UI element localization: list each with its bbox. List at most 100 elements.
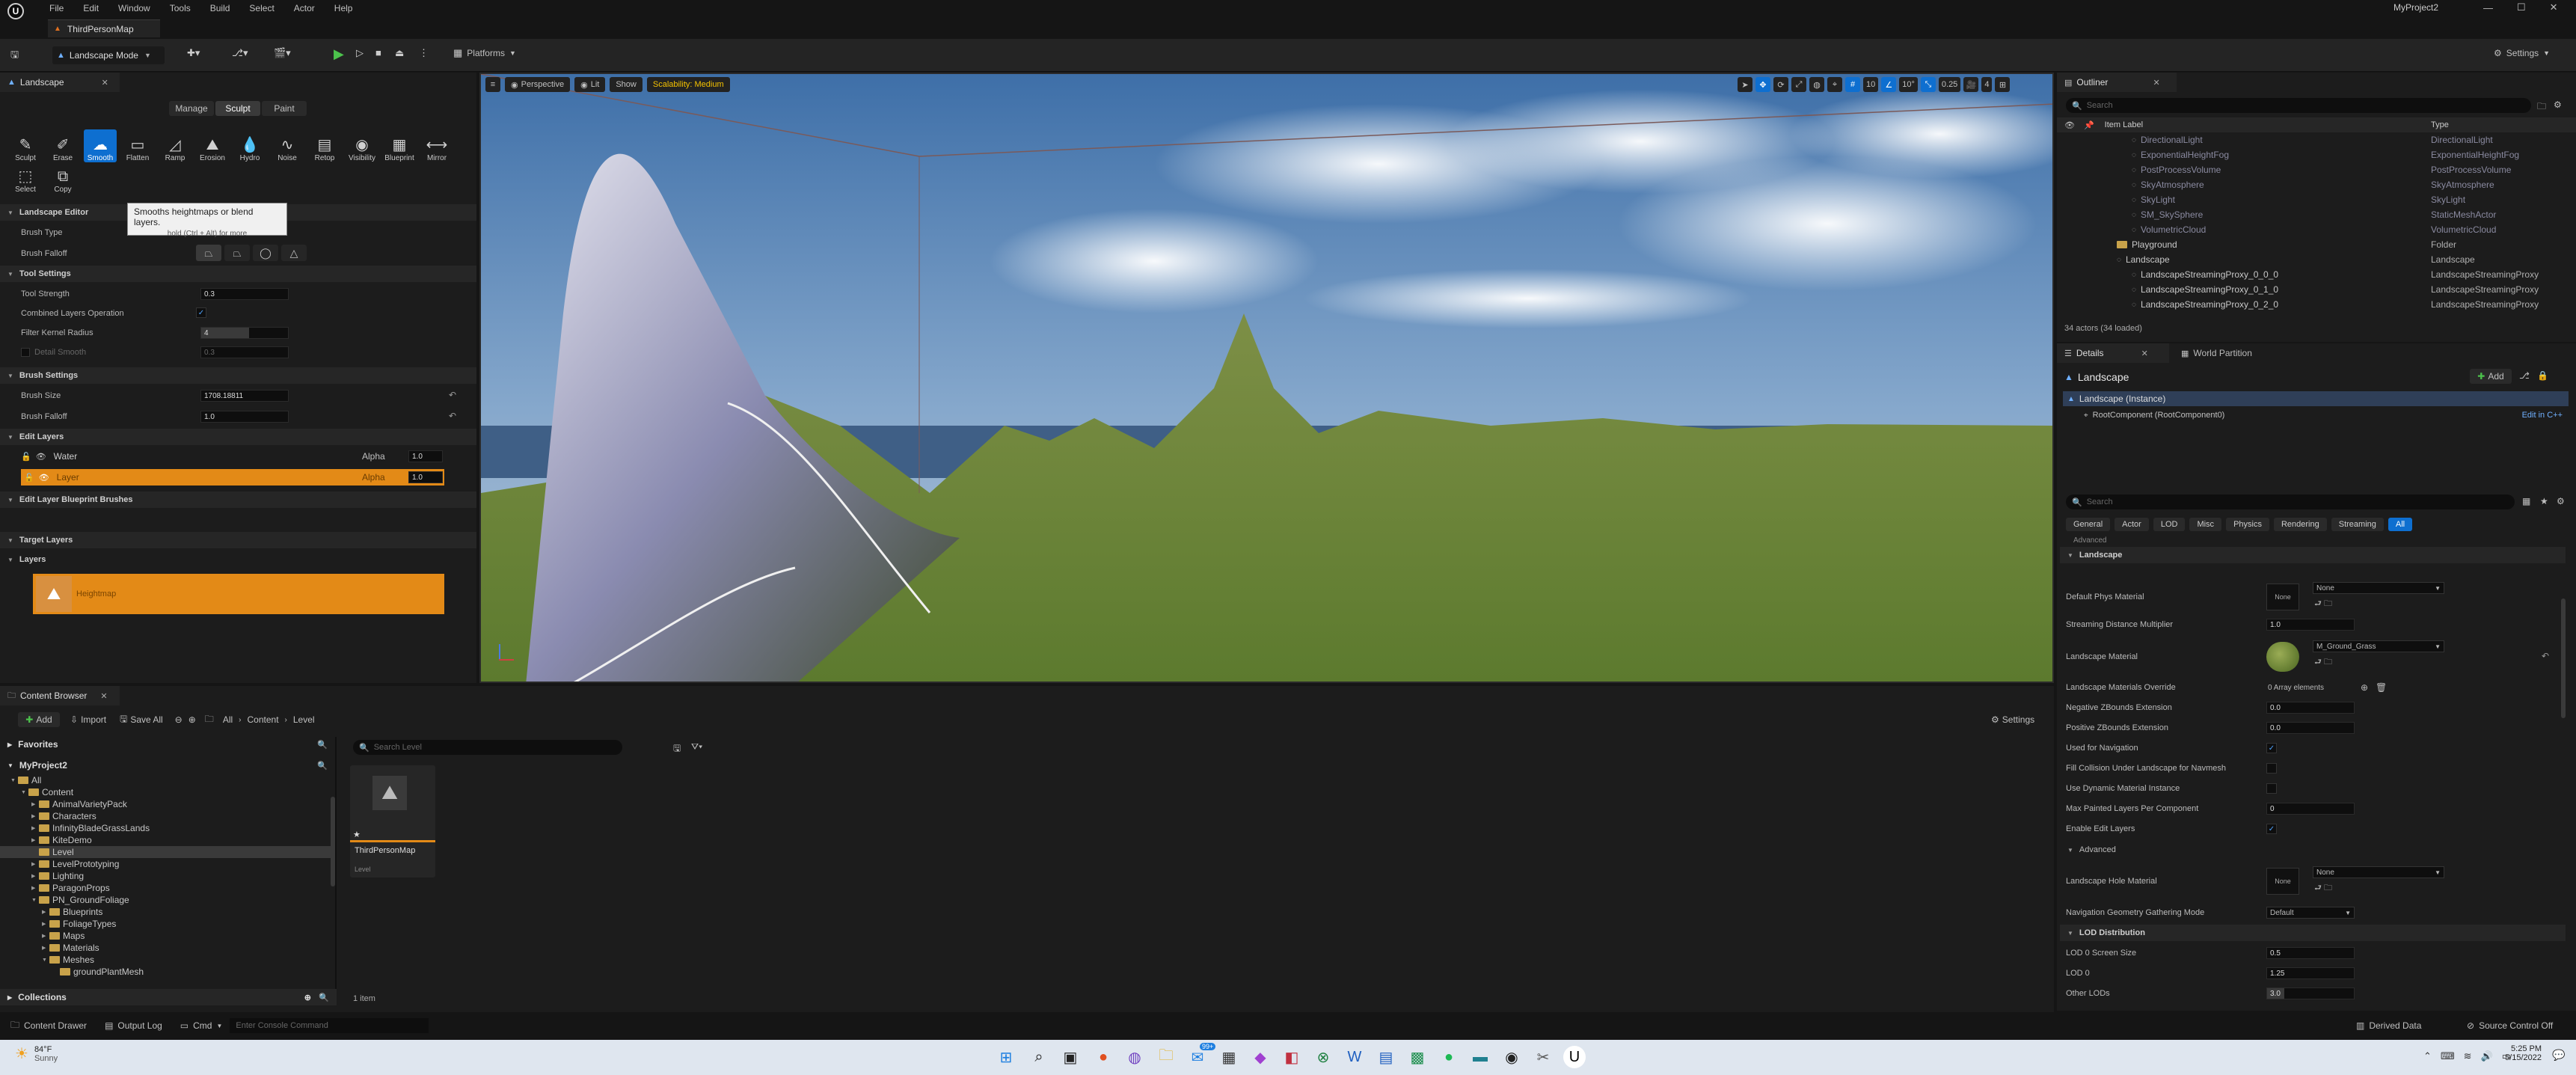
menu-window[interactable]: Window [118, 3, 150, 13]
network-icon[interactable]: ⌨ [2441, 1050, 2455, 1062]
dynamic-material-checkbox[interactable] [2266, 783, 2277, 794]
nav-geometry-dropdown[interactable]: Default ▼ [2266, 907, 2355, 919]
xbox-icon[interactable]: ⊗ [1312, 1046, 1334, 1068]
expand-arrow-icon[interactable]: ▶ [31, 825, 39, 831]
folder-tree-item[interactable]: ▼ Meshes [0, 954, 335, 966]
unreal-taskbar-icon[interactable]: U [1563, 1046, 1586, 1068]
unreal-logo-icon[interactable]: U [7, 3, 24, 19]
section-edit-layers[interactable]: ▼ Edit Layers [0, 429, 476, 445]
alpha-field[interactable]: 1.0 [408, 450, 443, 462]
tool-smooth[interactable]: ☁ Smooth [84, 129, 117, 162]
source-control-button[interactable]: ⊘ Source Control Off [2467, 1020, 2553, 1031]
expand-arrow-icon[interactable]: ▶ [42, 933, 49, 939]
snip-icon[interactable]: ✂ [1532, 1046, 1554, 1068]
reset-icon[interactable]: ↶ [2542, 651, 2549, 661]
details-scrollbar[interactable] [2561, 598, 2566, 718]
search-icon[interactable]: 🔍 [317, 761, 328, 771]
save-search-icon[interactable]: 🖫 [673, 741, 681, 757]
hole-material-thumbnail[interactable]: None [2266, 868, 2299, 895]
navigation-checkbox[interactable]: ✓ [2266, 743, 2277, 753]
component-root[interactable]: ⌖ RootComponent (RootComponent0) Edit in… [2063, 408, 2569, 423]
import-button[interactable]: ⇩ Import [70, 714, 106, 725]
scalability-warning[interactable]: Scalability: Medium [646, 77, 730, 92]
gear-icon[interactable]: ⚙ [2557, 496, 2565, 506]
cmd-dropdown[interactable]: ▭ Cmd ▼ [180, 1020, 223, 1031]
save-all-button[interactable]: 🖫 Save All [120, 712, 163, 728]
minimize-icon[interactable]: — [2483, 2, 2493, 13]
trash-icon[interactable]: 🗑 [2376, 682, 2387, 693]
eye-icon[interactable]: 👁 [39, 473, 49, 483]
weather-widget[interactable]: ☀ 84°F Sunny [15, 1044, 58, 1063]
visibility-column-icon[interactable]: 👁 [2064, 120, 2075, 130]
eye-icon[interactable]: 👁 [36, 452, 46, 462]
tool-copy[interactable]: ⧉ Copy [46, 161, 79, 194]
close-icon[interactable]: ✕ [100, 691, 107, 701]
close-icon[interactable]: ✕ [2550, 1, 2558, 13]
save-icon[interactable]: 🖫 [10, 48, 19, 64]
folder-icon[interactable]: 🗀 [205, 712, 214, 728]
detail-smooth-field[interactable]: 0.3 [200, 346, 289, 358]
outliner-row[interactable]: ◌ SM_SkySphere StaticMeshActor [2057, 207, 2566, 222]
tab-world-partition[interactable]: ▦ World Partition [2174, 343, 2286, 363]
section-lod-distribution[interactable]: ▼ LOD Distribution [2060, 925, 2566, 941]
folder-tree-item[interactable]: ▼ All [0, 774, 335, 786]
lock-icon[interactable]: 🔒 [2537, 370, 2548, 381]
obs-icon[interactable]: ◉ [1500, 1046, 1523, 1068]
expand-arrow-icon[interactable]: ▶ [42, 921, 49, 927]
folder-tree-item[interactable]: ▶ InfinityBladeGrassLands [0, 822, 335, 834]
derived-data-button[interactable]: ▥ Derived Data [2356, 1020, 2421, 1031]
tab-outliner[interactable]: ▤ Outliner ✕ [2057, 73, 2177, 92]
tab-manage[interactable]: Manage [169, 101, 214, 116]
outliner-row[interactable]: ◌ SkyAtmosphere SkyAtmosphere [2057, 177, 2566, 192]
expand-arrow-icon[interactable]: ▶ [31, 813, 39, 819]
hole-material-dropdown[interactable]: None ▼ [2313, 866, 2444, 878]
filter-tab-actor[interactable]: Actor [2115, 518, 2149, 531]
firefox-icon[interactable]: ● [1092, 1046, 1114, 1068]
asset-tile[interactable]: ⛰ ★ ThirdPersonMap Level [350, 765, 435, 878]
add-actor-icon[interactable]: ✚▾ [187, 47, 200, 59]
asset-search[interactable]: 🔍 Search Level [353, 740, 622, 755]
collapse-arrow-icon[interactable]: ▼ [42, 958, 49, 963]
expand-arrow-icon[interactable]: ▶ [31, 873, 39, 879]
filter-icon[interactable]: ⛛▾ [691, 741, 702, 753]
tool-mirror[interactable]: ⟷ Mirror [420, 129, 453, 162]
tool-erosion[interactable]: ⛰ Erosion [196, 129, 229, 162]
filter-tab-physics[interactable]: Physics [2226, 518, 2269, 531]
folder-tree-item[interactable]: ▶ AnimalVarietyPack [0, 798, 335, 810]
folder-tree-item[interactable]: groundPlantMesh [0, 966, 335, 978]
falloff-spherical-icon[interactable]: ◯ [253, 245, 278, 261]
favorites-header[interactable]: ▶ Favorites 🔍 [0, 737, 335, 752]
falloff-tip-icon[interactable]: △ [281, 245, 307, 261]
jetbrains-icon[interactable]: ◆ [1249, 1046, 1272, 1068]
column-item-label[interactable]: Item Label [2105, 120, 2143, 129]
wifi-icon[interactable]: ≋ [2464, 1050, 2472, 1062]
maximize-viewport-icon[interactable]: ⊞ [1995, 77, 2011, 92]
negative-zbounds-field[interactable]: 0.0 [2266, 702, 2355, 714]
outliner-row[interactable]: ◌ LandscapeStreamingProxy_0_1_0 LandscapeS… [2057, 282, 2566, 297]
angle-size[interactable]: 10° [1899, 77, 1918, 92]
tab-sculpt[interactable]: Sculpt [215, 101, 260, 116]
chevron-up-icon[interactable]: ⌃ [2423, 1050, 2432, 1062]
lock-icon[interactable]: 🔓 [21, 452, 31, 462]
outliner-row[interactable]: ◌ DirectionalLight DirectionalLight [2057, 132, 2566, 147]
section-landscape[interactable]: ▼ Landscape [2060, 547, 2566, 563]
tab-paint[interactable]: Paint [262, 101, 307, 116]
search-icon[interactable]: ⌕ [1028, 1046, 1050, 1068]
star-icon[interactable]: ★ [2540, 496, 2548, 506]
tool-visibility[interactable]: ◉ Visibility [346, 129, 378, 162]
falloff-smooth-icon[interactable]: ⏢ [196, 245, 221, 261]
outliner-row[interactable]: Playground Folder [2057, 237, 2566, 252]
expand-arrow-icon[interactable]: ▶ [42, 909, 49, 915]
collapse-arrow-icon[interactable]: ▼ [10, 778, 18, 783]
filter-tab-streaming[interactable]: Streaming [2331, 518, 2384, 531]
level-viewport[interactable]: ≡ ◉ Perspective ◉ Lit Show Scalability: Me… [479, 73, 2054, 683]
tool-select[interactable]: ⬚ Select [9, 161, 42, 194]
lod0-screen-size-field[interactable]: 0.5 [2266, 947, 2355, 959]
outliner-row[interactable]: ◌ SkyLight SkyLight [2057, 192, 2566, 207]
menu-edit[interactable]: Edit [83, 3, 99, 13]
filter-tab-all[interactable]: All [2388, 518, 2413, 531]
section-layers[interactable]: ▼ Layers [0, 551, 476, 568]
translate-icon[interactable]: ✥ [1755, 77, 1770, 92]
menu-help[interactable]: Help [334, 3, 353, 13]
console-input[interactable]: Enter Console Command [230, 1018, 429, 1033]
